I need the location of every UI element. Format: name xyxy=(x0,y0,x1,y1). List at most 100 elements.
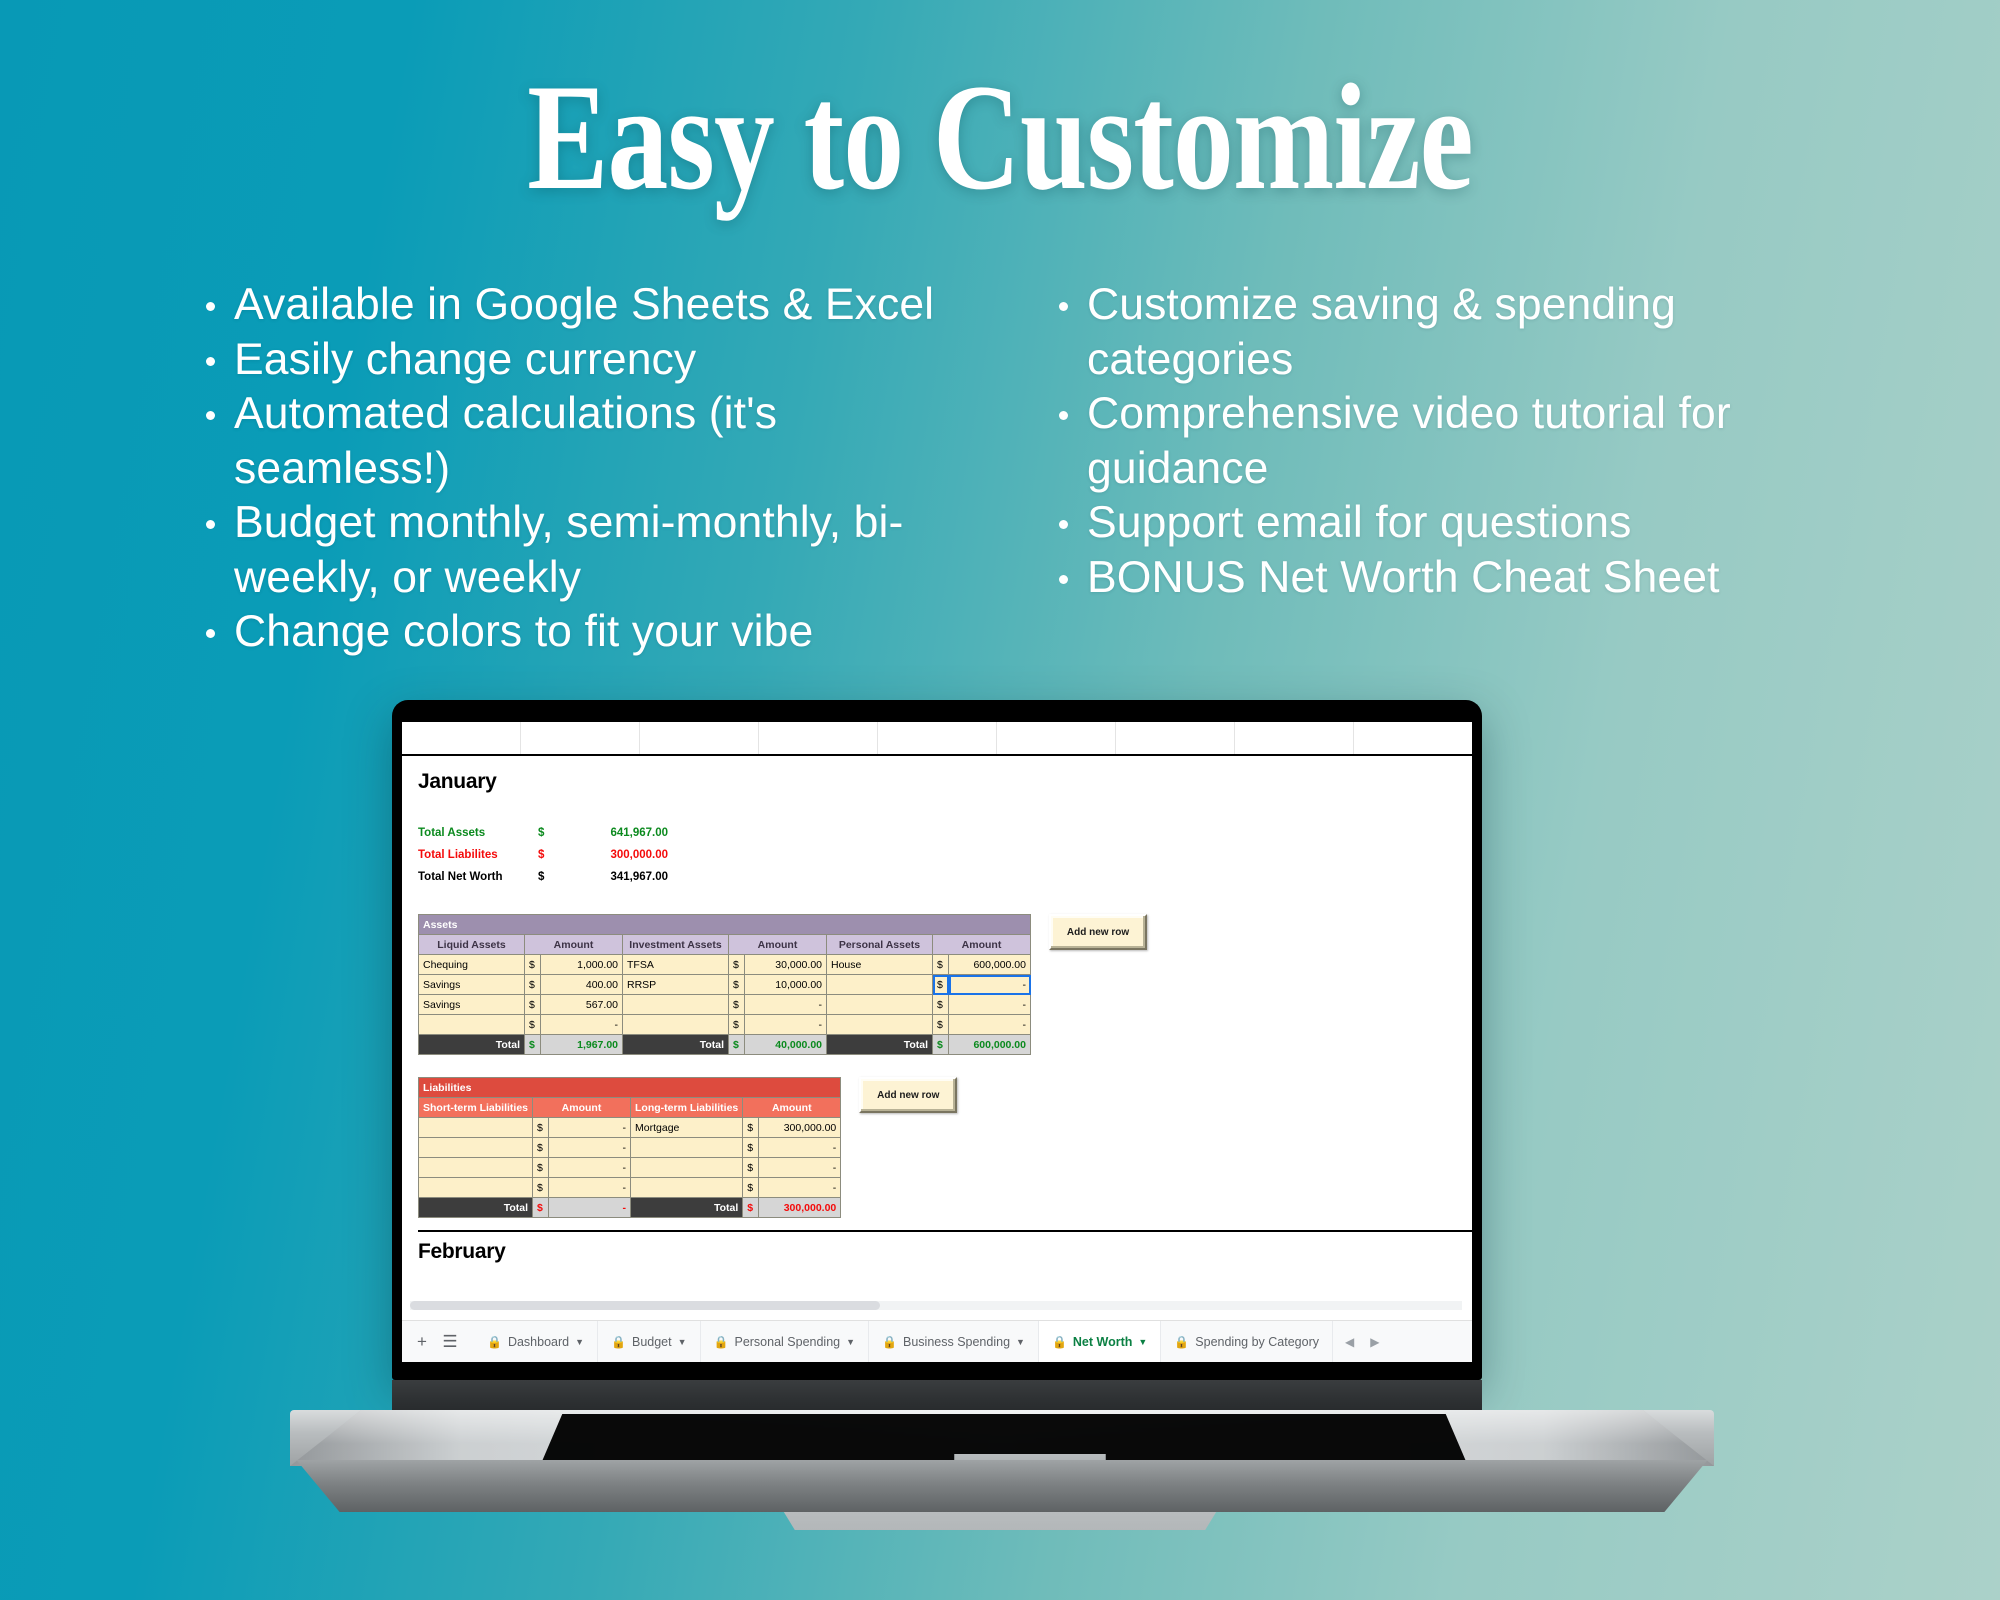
tab-scroll-arrows[interactable]: ◀ ▶ xyxy=(1333,1335,1391,1349)
liability-short-amount[interactable]: - xyxy=(548,1177,632,1198)
lock-icon: 🔒 xyxy=(611,1334,626,1349)
asset-personal-amount[interactable]: - xyxy=(948,1014,1031,1035)
liability-long-amount[interactable]: 300,000.00 xyxy=(758,1117,842,1138)
table-row[interactable]: $ - $ - xyxy=(417,1177,842,1198)
asset-liquid-amount[interactable]: 400.00 xyxy=(540,974,623,995)
bullet-item: Customize saving & spending categories xyxy=(1049,278,1809,387)
sheet-tab-budget[interactable]: 🔒 Budget ▼ xyxy=(598,1320,701,1362)
assets-table[interactable]: Assets Liquid Assets Amount Investment Asse… xyxy=(418,914,1031,1055)
liabilities-total-currency: $ xyxy=(742,1197,760,1218)
asset-personal-currency: $ xyxy=(932,1014,949,1035)
asset-investment-amount[interactable]: 30,000.00 xyxy=(744,954,827,975)
chevron-down-icon[interactable]: ▼ xyxy=(1138,1337,1147,1347)
horizontal-scrollbar[interactable] xyxy=(410,1301,1462,1310)
liability-long-amount[interactable]: - xyxy=(758,1137,842,1158)
assets-total-row: Total $1,967.00 Total $40,000.00 Total $600,0… xyxy=(418,1034,1031,1055)
summary-value: 300,000.00 xyxy=(610,849,668,861)
liability-short-name[interactable] xyxy=(417,1177,534,1198)
asset-liquid-name[interactable]: Savings xyxy=(418,994,525,1015)
asset-personal-amount[interactable]: - xyxy=(948,994,1031,1015)
asset-liquid-name[interactable]: Chequing xyxy=(418,954,525,975)
asset-liquid-name[interactable]: Savings xyxy=(418,974,525,995)
assets-column-header: Amount xyxy=(524,934,623,955)
asset-personal-name[interactable]: House xyxy=(826,954,933,975)
asset-liquid-amount[interactable]: - xyxy=(540,1014,623,1035)
chevron-down-icon[interactable]: ▼ xyxy=(678,1337,687,1347)
sheet-tab-spending-by-category[interactable]: 🔒 Spending by Category xyxy=(1161,1320,1333,1362)
asset-investment-amount[interactable]: - xyxy=(744,1014,827,1035)
liability-long-amount[interactable]: - xyxy=(758,1157,842,1178)
liabilities-column-header: Amount xyxy=(742,1097,842,1118)
tab-prev-arrow[interactable]: ◀ xyxy=(1345,1335,1354,1349)
asset-investment-name[interactable] xyxy=(622,1014,729,1035)
asset-personal-name[interactable] xyxy=(826,1014,933,1035)
liability-short-currency: $ xyxy=(532,1137,550,1158)
asset-investment-name[interactable]: RRSP xyxy=(622,974,729,995)
liabilities-add-new-row-button[interactable]: Add new row xyxy=(859,1077,958,1113)
table-row[interactable]: Chequing $1,000.00 TFSA $30,000.00 House $600… xyxy=(418,954,1031,975)
asset-liquid-amount[interactable]: 1,000.00 xyxy=(540,954,623,975)
asset-investment-amount[interactable]: - xyxy=(744,994,827,1015)
tab-next-arrow[interactable]: ▶ xyxy=(1370,1335,1379,1349)
chevron-down-icon[interactable]: ▼ xyxy=(1016,1337,1025,1347)
lock-icon: 🔒 xyxy=(1174,1334,1190,1349)
chevron-down-icon[interactable]: ▼ xyxy=(846,1337,855,1347)
sheet-tab-business-spending[interactable]: 🔒 Business Spending ▼ xyxy=(869,1320,1039,1362)
feature-bullets: Available in Google Sheets & Excel Easily… xyxy=(0,278,2000,660)
chevron-down-icon[interactable]: ▼ xyxy=(575,1337,584,1347)
liability-long-currency: $ xyxy=(742,1137,760,1158)
plus-icon[interactable]: + xyxy=(408,1332,436,1352)
asset-personal-amount[interactable]: - xyxy=(948,974,1031,995)
sheet-tab-net-worth[interactable]: 🔒 Net Worth ▼ xyxy=(1038,1320,1162,1362)
asset-personal-currency: $ xyxy=(932,954,949,975)
liability-short-name[interactable] xyxy=(417,1117,534,1138)
liability-short-amount[interactable]: - xyxy=(548,1157,632,1178)
liability-short-amount[interactable]: - xyxy=(548,1137,632,1158)
liability-short-name[interactable] xyxy=(417,1137,534,1158)
asset-personal-name[interactable] xyxy=(826,994,933,1015)
table-row[interactable]: Savings $400.00 RRSP $10,000.00 $ - xyxy=(418,974,1031,995)
liability-long-name[interactable] xyxy=(630,1137,744,1158)
formula-bar[interactable] xyxy=(402,722,1472,756)
assets-column-header: Personal Assets xyxy=(826,934,933,955)
liability-long-currency: $ xyxy=(742,1157,760,1178)
asset-personal-name[interactable] xyxy=(826,974,933,995)
asset-investment-name[interactable] xyxy=(622,994,729,1015)
liability-short-name[interactable] xyxy=(417,1157,534,1178)
asset-personal-amount[interactable]: 600,000.00 xyxy=(948,954,1031,975)
list-icon[interactable]: ☰ xyxy=(436,1332,464,1352)
summary-row: Total Net Worth $341,967.00 xyxy=(418,866,1472,888)
table-row[interactable]: $ - $ - $ - xyxy=(418,1014,1031,1035)
liabilities-total-currency: $ xyxy=(532,1197,550,1218)
liability-long-amount[interactable]: - xyxy=(758,1177,842,1198)
liability-long-name[interactable] xyxy=(630,1157,744,1178)
asset-liquid-name[interactable] xyxy=(418,1014,525,1035)
table-row[interactable]: Savings $567.00 $ - $ - xyxy=(418,994,1031,1015)
table-row[interactable]: $ - Mortgage $300,000.00 xyxy=(417,1117,842,1138)
asset-liquid-amount[interactable]: 567.00 xyxy=(540,994,623,1015)
sheet-tab-bar: + ☰ 🔒 Dashboard ▼ 🔒 Budget ▼ 🔒 Personal Spendin… xyxy=(402,1320,1472,1362)
laptop-base-front xyxy=(296,1460,1708,1512)
sheet-tab-personal-spending[interactable]: 🔒 Personal Spending ▼ xyxy=(701,1320,870,1362)
assets-add-new-row-button[interactable]: Add new row xyxy=(1049,914,1147,950)
sheet-tab-label: Business Spending xyxy=(903,1334,1011,1349)
asset-investment-amount[interactable]: 10,000.00 xyxy=(744,974,827,995)
asset-investment-name[interactable]: TFSA xyxy=(622,954,729,975)
sheet-tab-label: Net Worth xyxy=(1072,1334,1133,1349)
liabilities-header-row: Short-term Liabilities Amount Long-term Li… xyxy=(417,1097,842,1118)
laptop-display: January Total Assets $641,967.00 Total Lia… xyxy=(402,722,1472,1362)
assets-column-header: Liquid Assets xyxy=(418,934,525,955)
asset-liquid-currency: $ xyxy=(524,954,541,975)
summary-currency: $ xyxy=(538,849,545,861)
liabilities-table[interactable]: Liabilities Short-term Liabilities Amount L… xyxy=(417,1077,842,1218)
sheet-tab-dashboard[interactable]: 🔒 Dashboard ▼ xyxy=(474,1320,599,1362)
assets-total-value: 40,000.00 xyxy=(744,1034,827,1055)
liability-long-name[interactable] xyxy=(630,1177,744,1198)
liability-short-amount[interactable]: - xyxy=(548,1117,632,1138)
table-row[interactable]: $ - $ - xyxy=(417,1137,842,1158)
liability-long-currency: $ xyxy=(742,1117,760,1138)
liability-long-name[interactable]: Mortgage xyxy=(630,1117,744,1138)
table-row[interactable]: $ - $ - xyxy=(417,1157,842,1178)
lock-icon: 🔒 xyxy=(487,1334,502,1349)
summary-label: Total Net Worth xyxy=(418,871,503,883)
